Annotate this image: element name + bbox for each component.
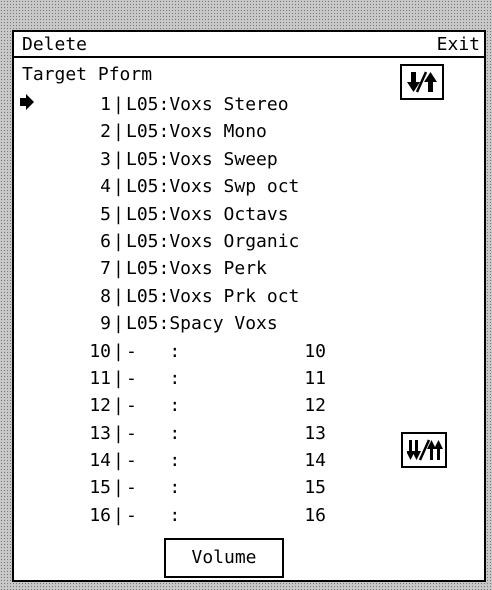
list-item[interactable]: 6 | L05:Voxs Organic	[14, 228, 374, 255]
program-name: - :	[126, 367, 181, 389]
slot-number: 11	[89, 367, 111, 389]
program-name: - :	[126, 450, 181, 472]
program-name: - :	[126, 504, 181, 526]
list-item[interactable]: 4 | L05:Voxs Swp oct	[14, 173, 374, 200]
down-up-arrows-icon	[407, 71, 437, 93]
slot-value: 13	[304, 422, 326, 444]
slot-number: 15	[89, 477, 111, 499]
list-item[interactable]: 5 | L05:Voxs Octavs	[14, 201, 374, 228]
list-item[interactable]: 7 | L05:Voxs Perk	[14, 255, 374, 282]
list-item[interactable]: 13 | - :13	[14, 420, 374, 447]
separator: |	[113, 121, 124, 143]
slot-value: 14	[304, 450, 326, 472]
program-list: 1 | L05:Voxs Stereo 2 | L05:Voxs Mono 3 | L05:…	[14, 91, 374, 529]
slot-number: 3	[100, 148, 111, 170]
swap-button[interactable]	[401, 432, 447, 468]
slot-number: 1	[100, 94, 111, 115]
program-name: L05:Voxs Mono	[126, 121, 267, 143]
slot-value: 11	[304, 367, 326, 389]
program-name: - :	[126, 477, 181, 499]
slot-number: 2	[100, 121, 111, 143]
slot-number: 13	[89, 422, 111, 444]
separator: |	[113, 148, 124, 170]
program-list-window: Delete Exit Target Pform 1 | L05:Voxs Ster…	[12, 30, 486, 582]
program-name: L05:Voxs Swp oct	[126, 176, 300, 198]
double-down-double-up-arrows-icon	[407, 439, 443, 461]
list-item[interactable]: 15 | - :15	[14, 474, 374, 501]
program-name: L05:Voxs Sweep	[126, 148, 278, 170]
slot-number: 9	[100, 313, 111, 335]
list-item[interactable]: 9 | L05:Spacy Voxs	[14, 310, 374, 337]
program-name: - :	[126, 422, 181, 444]
separator: |	[113, 230, 124, 252]
slot-number: 8	[100, 285, 111, 307]
separator: |	[113, 504, 124, 526]
program-name: L05:Spacy Voxs	[126, 313, 278, 335]
program-name: - :	[126, 340, 181, 362]
list-item[interactable]: 8 | L05:Voxs Prk oct	[14, 283, 374, 310]
separator: |	[113, 422, 124, 444]
slot-value: 10	[304, 340, 326, 362]
slot-number: 5	[100, 203, 111, 225]
slot-number: 6	[100, 230, 111, 252]
list-item[interactable]: 11 | - :11	[14, 365, 374, 392]
program-name: L05:Voxs Perk	[126, 258, 267, 280]
list-item[interactable]: 2 | L05:Voxs Mono	[14, 118, 374, 145]
slot-number: 12	[89, 395, 111, 417]
separator: |	[113, 285, 124, 307]
menu-bar: Delete Exit	[14, 32, 484, 58]
slot-number: 16	[89, 504, 111, 526]
separator: |	[113, 258, 124, 280]
list-item[interactable]: 3 | L05:Voxs Sweep	[14, 146, 374, 173]
program-name: L05:Voxs Octavs	[126, 203, 289, 225]
separator: |	[113, 367, 124, 389]
exit-menu-item[interactable]: Exit	[437, 35, 480, 55]
slot-number: 7	[100, 258, 111, 280]
slot-number: 14	[89, 450, 111, 472]
list-item[interactable]: 1 | L05:Voxs Stereo	[14, 91, 374, 118]
page-title: Target Pform	[22, 64, 153, 85]
list-item[interactable]: 14 | - :14	[14, 447, 374, 474]
slot-value: 12	[304, 395, 326, 417]
list-item[interactable]: 10 | - :10	[14, 338, 374, 365]
separator: |	[113, 395, 124, 417]
delete-menu-item[interactable]: Delete	[22, 35, 87, 55]
program-name: L05:Voxs Organic	[126, 230, 300, 252]
separator: |	[113, 340, 124, 362]
separator: |	[113, 313, 124, 335]
separator: |	[113, 94, 124, 115]
slot-value: 15	[304, 477, 326, 499]
slot-number: 10	[89, 340, 111, 362]
program-name: L05:Voxs Stereo	[126, 94, 289, 115]
program-name: L05:Voxs Prk oct	[126, 285, 300, 307]
sort-button[interactable]	[400, 64, 444, 100]
separator: |	[113, 450, 124, 472]
list-item[interactable]: 12 | - :12	[14, 392, 374, 419]
separator: |	[113, 477, 124, 499]
separator: |	[113, 176, 124, 198]
volume-button[interactable]: Volume	[164, 538, 284, 578]
program-name: - :	[126, 395, 181, 417]
slot-number: 4	[100, 176, 111, 198]
separator: |	[113, 203, 124, 225]
slot-value: 16	[304, 504, 326, 526]
list-item[interactable]: 16 | - :16	[14, 502, 374, 529]
